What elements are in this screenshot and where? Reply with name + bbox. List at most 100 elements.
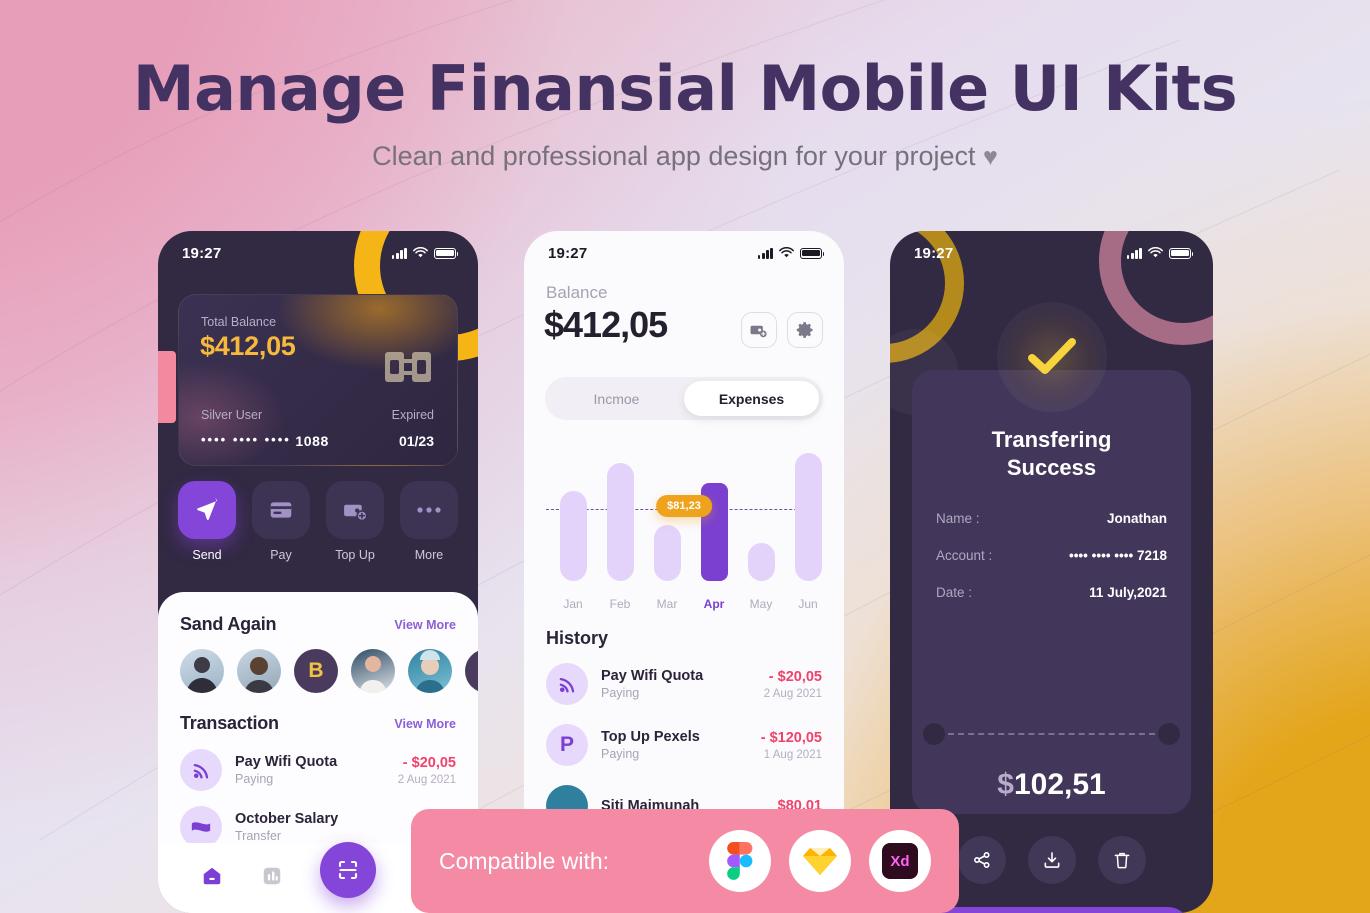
avatar[interactable]	[237, 649, 281, 693]
quick-actions: Send Pay Top Up More	[178, 481, 458, 562]
gear-icon[interactable]	[787, 312, 823, 348]
avatar[interactable]	[351, 649, 395, 693]
expenses-bar-chart: $81,23 Jan Feb Mar Apr May Jun	[536, 441, 832, 611]
compatible-with-banner: Compatible with: Xd	[411, 809, 959, 913]
heart-icon: ♥	[983, 143, 998, 171]
history-date: 1 Aug 2021	[763, 748, 822, 761]
card-expiry: 01/23	[398, 433, 434, 449]
history-row[interactable]: Pay Wifi Quota Paying - $20,05 2 Aug 202…	[546, 663, 822, 705]
transaction-row[interactable]: Pay Wifi Quota Paying - $20,05 2 Aug 202…	[180, 749, 456, 791]
signal-icon	[1126, 247, 1142, 259]
ticket-notch-left	[923, 723, 945, 745]
action-topup[interactable]: Top Up	[326, 481, 384, 562]
chart-label-feb: Feb	[609, 597, 631, 611]
download-icon[interactable]	[1027, 836, 1076, 884]
adobe-xd-label: Xd	[882, 843, 918, 879]
card-balance-amount: $412,05	[200, 331, 296, 361]
card-chip-icon	[385, 352, 431, 382]
success-title-line2: Success	[1006, 454, 1097, 480]
transaction-meta: - $20,05 2 Aug 2021	[398, 755, 456, 786]
chart-bar-mar[interactable]	[654, 525, 681, 581]
status-icons	[1126, 247, 1194, 259]
transaction-amount: - $20,05	[402, 754, 456, 771]
history-amount: - $20,05	[768, 668, 822, 685]
transfer-receipt: Transfering Success Name : Jonathan Acco…	[912, 370, 1191, 814]
trash-icon[interactable]	[1097, 836, 1146, 884]
avatar[interactable]	[408, 649, 452, 693]
history-title: History	[546, 628, 609, 648]
wifi-icon	[546, 663, 588, 705]
wifi-icon	[1148, 247, 1163, 258]
transaction-info: October Salary Transfer	[235, 811, 427, 843]
send-icon	[178, 481, 236, 539]
income-expenses-tabs: Incmoe Expenses	[545, 377, 823, 420]
figma-icon	[709, 830, 771, 892]
transaction-view-more[interactable]: View More	[394, 717, 456, 731]
battery-icon	[1169, 247, 1194, 259]
adobe-xd-icon: Xd	[869, 830, 931, 892]
receipt-row-name: Name : Jonathan	[912, 511, 1191, 526]
wallet-plus-icon[interactable]	[741, 312, 777, 348]
status-time: 19:27	[548, 244, 588, 262]
tab-income[interactable]: Incmoe	[549, 381, 684, 416]
pexels-letter: P	[559, 733, 574, 756]
page-title: Manage Finansial Mobile UI Kits	[132, 52, 1238, 125]
chart-bar-jan[interactable]	[560, 491, 587, 581]
status-time: 19:27	[182, 244, 222, 262]
nav-chart[interactable]	[261, 865, 283, 892]
history-row[interactable]: P Top Up Pexels Paying - $120,05 1 Aug 2…	[546, 724, 822, 766]
transaction-sub: Paying	[235, 772, 274, 786]
action-more[interactable]: More	[400, 481, 458, 562]
receipt-total: $102,51	[912, 768, 1191, 802]
avatar[interactable]	[180, 649, 224, 693]
pexels-icon: P	[546, 724, 588, 766]
receipt-row-account: Account : •••• •••• •••• 7218	[912, 548, 1191, 563]
page-header: Manage Finansial Mobile UI Kits Clean an…	[0, 0, 1370, 172]
battery-icon	[434, 247, 459, 259]
history-name: Pay Wifi Quota	[601, 668, 704, 684]
avatar[interactable]	[465, 649, 478, 693]
receipt-key: Name :	[936, 511, 980, 526]
nav-home[interactable]	[201, 865, 223, 892]
balance-label: Balance	[546, 283, 608, 302]
avatar-initial[interactable]: B	[294, 649, 338, 693]
history-amount: - $120,05	[760, 729, 822, 746]
chart-label-mar: Mar	[656, 597, 678, 611]
action-send-label: Send	[192, 548, 222, 562]
history-info: Top Up Pexels Paying	[601, 729, 761, 761]
chart-label-apr: Apr	[703, 597, 725, 611]
action-topup-label: Top Up	[335, 548, 375, 562]
page-subtitle: Clean and professional app design for yo…	[0, 141, 1370, 172]
chart-bar-jun[interactable]	[795, 453, 822, 581]
status-bar: 19:27	[158, 231, 478, 275]
chart-label-may: May	[749, 597, 773, 611]
wifi-icon	[180, 749, 222, 791]
send-again-header: Sand Again View More	[180, 614, 456, 635]
history-meta: - $120,05 1 Aug 2021	[761, 730, 822, 761]
chart-bar-feb[interactable]	[607, 463, 634, 581]
receipt-value: Jonathan	[1106, 511, 1167, 526]
status-time: 19:27	[914, 244, 954, 262]
done-button[interactable]: Done	[912, 907, 1191, 913]
action-send[interactable]: Send	[178, 481, 236, 562]
tab-expenses[interactable]: Expenses	[684, 381, 819, 416]
card-number-last4: 1088	[295, 433, 329, 449]
signal-icon	[391, 247, 407, 259]
history-meta: - $20,05 2 Aug 2021	[764, 669, 822, 700]
chart-bar-may[interactable]	[748, 543, 775, 581]
success-check-badge	[996, 302, 1107, 412]
page-subtitle-text: Clean and professional app design for yo…	[372, 141, 976, 171]
history-sub: Paying	[601, 747, 640, 761]
status-icons	[757, 247, 825, 259]
sketch-icon	[789, 830, 851, 892]
receipt-row-date: Date : 11 July,2021	[912, 585, 1191, 600]
action-pay[interactable]: Pay	[252, 481, 310, 562]
send-again-view-more[interactable]: View More	[394, 618, 456, 632]
share-icon[interactable]	[957, 836, 1006, 884]
send-again-avatars: B	[180, 649, 478, 693]
money-icon	[180, 806, 222, 848]
chart-label-jan: Jan	[563, 597, 583, 611]
nav-scan[interactable]	[320, 842, 377, 898]
receipt-value: 11 July,2021	[1089, 585, 1167, 600]
transaction-sub: Transfer	[235, 829, 282, 843]
